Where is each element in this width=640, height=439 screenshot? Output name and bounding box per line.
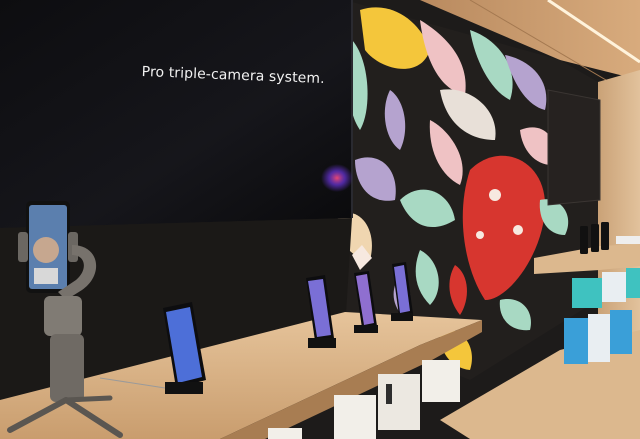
photo-illustration [0,0,640,439]
tv-glow [321,164,353,192]
tv-screen [0,0,352,228]
store-display-photo: Pro triple-camera system. [0,0,640,439]
side-wall-screen [547,89,601,206]
